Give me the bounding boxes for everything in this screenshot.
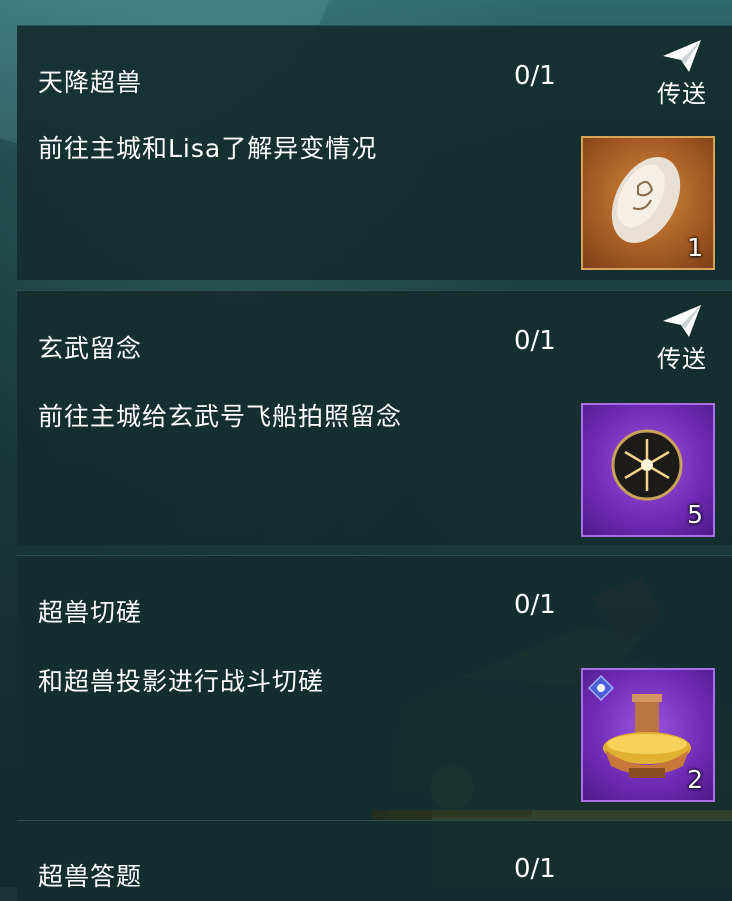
paper-plane-icon: [663, 40, 701, 72]
quest-title: 玄武留念: [38, 334, 143, 363]
quest-progress: 0/1: [514, 326, 556, 356]
quest-title: 天降超兽: [38, 68, 143, 97]
quest-card[interactable]: 玄武留念 0/1 传送 前往主城给玄武号飞船拍照留念 5: [17, 290, 732, 545]
paper-plane-icon: [663, 305, 701, 337]
quest-progress: 0/1: [514, 590, 556, 620]
quest-title: 超兽答题: [38, 862, 143, 891]
reward-item[interactable]: 1: [581, 136, 715, 270]
teleport-label: 传送: [657, 345, 707, 373]
quest-card[interactable]: 超兽答题 0/1: [17, 820, 732, 901]
quest-card[interactable]: 天降超兽 0/1 传送 前往主城和Lisa了解异变情况 1: [17, 25, 732, 280]
quest-card[interactable]: 超兽切磋 0/1 和超兽投影进行战斗切磋 2: [17, 555, 732, 810]
reward-item[interactable]: 5: [581, 403, 715, 537]
teleport-label: 传送: [657, 80, 707, 108]
quest-progress: 0/1: [514, 61, 556, 91]
quest-description: 前往主城和Lisa了解异变情况: [38, 134, 378, 163]
teleport-button[interactable]: 传送: [647, 303, 717, 374]
quest-description: 前往主城给玄武号飞船拍照留念: [38, 402, 403, 431]
reward-item[interactable]: 2: [581, 668, 715, 802]
teleport-button[interactable]: 传送: [647, 38, 717, 109]
quest-title: 超兽切磋: [38, 598, 143, 627]
reward-count: 1: [687, 233, 703, 262]
quest-description: 和超兽投影进行战斗切磋: [38, 667, 325, 696]
reward-count: 5: [687, 500, 703, 529]
reward-count: 2: [687, 765, 703, 794]
quest-progress: 0/1: [514, 854, 556, 884]
